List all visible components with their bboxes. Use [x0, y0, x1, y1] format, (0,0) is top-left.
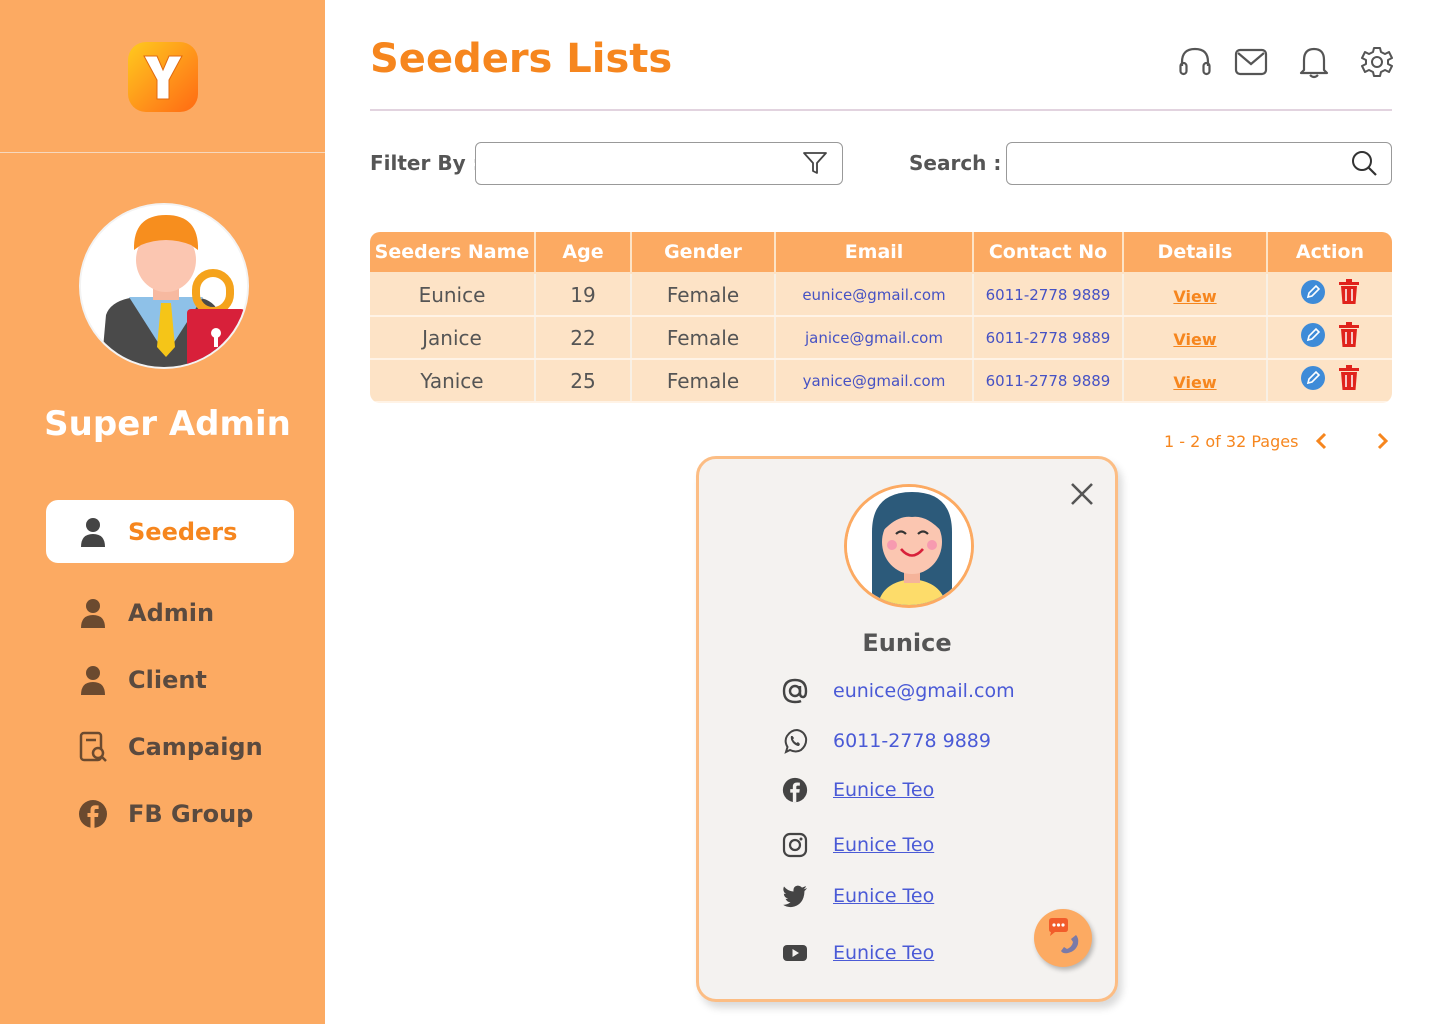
filter-label: Filter By : [370, 151, 481, 175]
seeder-name: Eunice [370, 273, 536, 317]
view-details-link[interactable]: View [1173, 287, 1216, 306]
person-icon [78, 516, 108, 548]
logo-area [0, 0, 325, 153]
sidebar-item-label: Client [128, 665, 207, 694]
view-details-link[interactable]: View [1173, 330, 1216, 349]
edit-icon[interactable] [1300, 365, 1326, 391]
column-header[interactable]: Age [535, 232, 632, 274]
delete-icon[interactable] [1338, 322, 1360, 348]
chevron-right-icon[interactable] [1372, 430, 1394, 452]
chat-call-button[interactable] [1034, 909, 1092, 967]
bell-icon[interactable] [1296, 44, 1332, 80]
column-header[interactable]: Seeders Name [370, 232, 536, 274]
close-icon[interactable] [1067, 479, 1097, 509]
twitter-row: Eunice Teo [781, 882, 934, 910]
edit-icon[interactable] [1300, 279, 1326, 305]
column-header[interactable]: Email [775, 232, 974, 274]
pagination-info: 1 - 2 of 32 Pages [1164, 432, 1299, 451]
facebook-link[interactable]: Eunice Teo [833, 779, 934, 801]
seeder-contact: 6011-2778 9889 [973, 316, 1124, 360]
sidebar-item-label: FB Group [128, 799, 254, 828]
column-header[interactable]: Contact No [973, 232, 1124, 274]
sidebar-item-client[interactable]: Client [46, 648, 294, 711]
youtube-icon [781, 939, 809, 967]
seeder-gender: Female [631, 316, 776, 360]
seeder-email: eunice@gmail.com [775, 273, 974, 317]
role-title: Super Admin [44, 404, 291, 444]
sidebar-item-fb-group[interactable]: FB Group [46, 782, 294, 845]
sidebar-item-seeders[interactable]: Seeders [46, 500, 294, 563]
table-row: Janice 22 Female janice@gmail.com 6011-2… [370, 316, 1392, 360]
sidebar-item-admin[interactable]: Admin [46, 581, 294, 644]
sidebar-item-label: Seeders [128, 517, 238, 546]
column-header[interactable]: Gender [631, 232, 776, 274]
view-details-link[interactable]: View [1173, 373, 1216, 392]
email-row: eunice@gmail.com [781, 677, 1015, 705]
seeder-gender: Female [631, 359, 776, 403]
seeder-name: Janice [370, 316, 536, 360]
page-title: Seeders Lists [370, 36, 673, 82]
column-header[interactable]: Action [1267, 232, 1392, 274]
chevron-left-icon[interactable] [1310, 430, 1332, 452]
edit-icon[interactable] [1300, 322, 1326, 348]
seeder-email: yanice@gmail.com [775, 359, 974, 403]
sidebar: Super Admin Seeders Admin Client Campaig… [0, 0, 325, 1024]
filter-input[interactable] [475, 142, 843, 185]
search-label: Search : [909, 151, 1002, 175]
phone-row: 6011-2778 9889 [781, 727, 991, 755]
twitter-link[interactable]: Eunice Teo [833, 885, 934, 907]
youtube-row: Eunice Teo [781, 939, 934, 967]
search-input[interactable] [1006, 142, 1392, 185]
column-header[interactable]: Details [1123, 232, 1268, 274]
seeder-email: janice@gmail.com [775, 316, 974, 360]
at-sign-icon [781, 677, 809, 705]
admin-avatar [79, 203, 249, 369]
instagram-icon [781, 831, 809, 859]
seeder-age: 25 [535, 359, 632, 403]
search-icon[interactable] [1349, 148, 1379, 178]
mail-icon[interactable] [1233, 44, 1269, 80]
document-search-icon [78, 731, 108, 763]
sidebar-item-label: Admin [128, 598, 215, 627]
seeder-contact: 6011-2778 9889 [973, 273, 1124, 317]
instagram-row: Eunice Teo [781, 831, 934, 859]
seeder-name: Yanice [370, 359, 536, 403]
headset-icon[interactable] [1177, 44, 1213, 80]
seeder-age: 22 [535, 316, 632, 360]
delete-icon[interactable] [1338, 279, 1360, 305]
seeder-age: 19 [535, 273, 632, 317]
table-header-row: Seeders Name Age Gender Email Contact No… [370, 232, 1392, 274]
person-icon [78, 597, 108, 629]
seeder-avatar [844, 484, 974, 608]
facebook-icon [78, 798, 108, 830]
filter-icon[interactable] [800, 148, 830, 178]
person-icon [78, 664, 108, 696]
whatsapp-icon [781, 727, 809, 755]
facebook-icon [781, 776, 809, 804]
header-divider [370, 109, 1392, 111]
delete-icon[interactable] [1338, 365, 1360, 391]
chat-call-icon [1043, 916, 1083, 960]
instagram-link[interactable]: Eunice Teo [833, 834, 934, 856]
table-row: Yanice 25 Female yanice@gmail.com 6011-2… [370, 359, 1392, 403]
seeder-phone[interactable]: 6011-2778 9889 [833, 730, 991, 752]
app-logo[interactable] [128, 42, 198, 112]
gear-icon[interactable] [1359, 44, 1395, 80]
twitter-icon [781, 882, 809, 910]
table-row: Eunice 19 Female eunice@gmail.com 6011-2… [370, 273, 1392, 317]
sidebar-item-label: Campaign [128, 732, 263, 761]
facebook-row: Eunice Teo [781, 776, 934, 804]
seeders-table: Seeders Name Age Gender Email Contact No… [370, 232, 1392, 403]
seeder-gender: Female [631, 273, 776, 317]
seeder-name-heading: Eunice [862, 629, 952, 657]
seeder-email[interactable]: eunice@gmail.com [833, 680, 1015, 702]
youtube-link[interactable]: Eunice Teo [833, 942, 934, 964]
seeder-contact: 6011-2778 9889 [973, 359, 1124, 403]
seeder-details-modal: Eunice eunice@gmail.com 6011-2778 9889 E… [696, 456, 1118, 1002]
sidebar-item-campaign[interactable]: Campaign [46, 715, 294, 778]
